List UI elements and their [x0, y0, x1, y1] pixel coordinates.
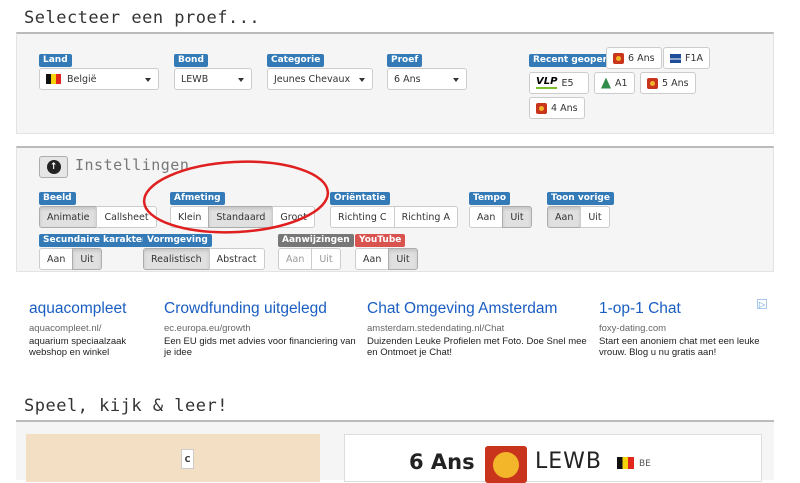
country-code: BE [639, 459, 651, 469]
tempo-aan-button[interactable]: Aan [469, 206, 504, 228]
land-select[interactable]: België [39, 68, 159, 90]
categorie-value: Jeunes Chevaux [274, 73, 351, 85]
toon-vorige-uit-button[interactable]: Uit [580, 206, 610, 228]
lewb-icon [613, 52, 624, 64]
proef-label: Proef [387, 54, 423, 67]
belgium-flag-icon [46, 74, 61, 84]
vormgeving-realistisch-button[interactable]: Realistisch [143, 248, 210, 270]
ad-item[interactable]: Crowdfunding uitgelegd ec.europa.eu/grow… [164, 300, 362, 358]
toon-vorige-label: Toon vorige [547, 192, 614, 205]
categorie-group: Categorie Jeunes Chevaux [267, 47, 373, 90]
beeld-group: Beeld Animatie Callsheet [39, 185, 157, 228]
a1-icon [601, 77, 611, 89]
land-value: België [67, 73, 97, 85]
ad-url[interactable]: ec.europa.eu/growth [164, 323, 362, 334]
secundaire-uit-button[interactable]: Uit [72, 248, 102, 270]
aanwijzingen-aan-button[interactable]: Aan [278, 248, 313, 270]
chevron-down-icon [145, 78, 151, 82]
bond-value: LEWB [181, 73, 209, 85]
orientatie-group: Oriëntatie Richting C Richting A [330, 185, 458, 228]
ad-description: Duizenden Leuke Profielen met Foto. Doe … [367, 336, 587, 358]
bond-group: Bond LEWB [174, 47, 252, 90]
secundaire-label: Secundaire karakters [39, 234, 156, 247]
settings-panel: ↑ Instellingen Beeld Animatie Callsheet … [16, 146, 774, 272]
ad-item[interactable]: aquacompleet aquacompleet.nl/ aquarium s… [29, 300, 154, 358]
vormgeving-abstract-button[interactable]: Abstract [208, 248, 265, 270]
recent-item-6-ans[interactable]: 6 Ans [606, 47, 662, 69]
ad-title[interactable]: aquacompleet [29, 300, 154, 318]
land-group: Land België [39, 47, 159, 90]
arrow-up-icon: ↑ [46, 160, 61, 174]
proef-value: 6 Ans [394, 73, 421, 85]
categorie-select[interactable]: Jeunes Chevaux [267, 68, 373, 90]
recent-item-f1a[interactable]: F1A [663, 47, 711, 69]
play-panel: C 6 Ans LEWB BE [16, 420, 774, 483]
chevron-down-icon [453, 78, 459, 82]
ad-description: aquarium speciaalzaak webshop en winkel [29, 336, 127, 358]
ad-title[interactable]: Chat Omgeving Amsterdam [367, 300, 587, 318]
orientatie-richting-a-button[interactable]: Richting A [393, 206, 458, 228]
ad-title[interactable]: Crowdfunding uitgelegd [164, 300, 362, 318]
section-title-select: Selecteer een proef... [24, 8, 261, 28]
recent-item-label: 5 Ans [662, 77, 689, 89]
youtube-label: YouTube [355, 234, 406, 247]
ad-url[interactable]: foxy-dating.com [599, 323, 769, 334]
toon-vorige-aan-button[interactable]: Aan [547, 206, 582, 228]
arena-preview[interactable]: C [26, 434, 320, 482]
ad-description: Een EU gids met advies voor financiering… [164, 336, 356, 358]
ad-url[interactable]: amsterdam.stedendating.nl/Chat [367, 323, 587, 334]
tempo-label: Tempo [469, 192, 511, 205]
orientatie-label: Oriëntatie [330, 192, 390, 205]
test-org: LEWB [535, 449, 603, 474]
toon-vorige-group: Toon vorige Aan Uit [547, 185, 614, 228]
select-panel: Land België Bond LEWB Categorie Jeunes C… [16, 32, 774, 134]
recent-item-label: 6 Ans [628, 52, 655, 64]
categorie-label: Categorie [267, 54, 325, 67]
youtube-uit-button[interactable]: Uit [388, 248, 418, 270]
land-label: Land [39, 54, 72, 67]
highlight-circle [142, 160, 330, 234]
lewb-icon [647, 77, 658, 89]
orientatie-richting-c-button[interactable]: Richting C [330, 206, 395, 228]
proef-select[interactable]: 6 Ans [387, 68, 467, 90]
vlp-logo-icon: VLP [536, 76, 558, 89]
recent-item-5-ans[interactable]: 5 Ans [640, 72, 696, 94]
chevron-down-icon [359, 78, 365, 82]
belgium-flag-icon [617, 457, 634, 469]
ad-item[interactable]: Chat Omgeving Amsterdam amsterdam.steden… [367, 300, 587, 358]
test-header: 6 Ans LEWB BE [344, 434, 762, 483]
recent-item-label: 4 Ans [551, 102, 578, 114]
secundaire-aan-button[interactable]: Aan [39, 248, 74, 270]
test-title: 6 Ans [409, 450, 475, 474]
proef-group: Proef 6 Ans [387, 47, 467, 90]
adchoices-icon[interactable]: ▷ [757, 299, 767, 309]
aanwijzingen-uit-button[interactable]: Uit [311, 248, 341, 270]
section-title-play: Speel, kijk & leer! [24, 396, 228, 416]
beeld-label: Beeld [39, 192, 76, 205]
f1a-icon [670, 53, 681, 63]
tempo-group: Tempo Aan Uit [469, 185, 532, 228]
recent-item-e5[interactable]: VLP E5 [529, 72, 589, 94]
youtube-group: YouTube Aan Uit [355, 227, 418, 270]
beeld-animatie-button[interactable]: Animatie [39, 206, 98, 228]
ad-title[interactable]: 1-op-1 Chat [599, 300, 769, 318]
recent-item-label: E5 [561, 77, 574, 89]
bond-label: Bond [174, 54, 208, 67]
chevron-down-icon [238, 78, 244, 82]
lewb-icon [536, 102, 547, 114]
tempo-uit-button[interactable]: Uit [502, 206, 532, 228]
ad-item[interactable]: 1-op-1 Chat foxy-dating.com Start een an… [599, 300, 769, 358]
collapse-button[interactable]: ↑ [39, 156, 68, 178]
recent-item-label: A1 [615, 77, 628, 89]
letter-marker: C [181, 449, 194, 469]
ad-url[interactable]: aquacompleet.nl/ [29, 323, 154, 334]
recent-item-4-ans[interactable]: 4 Ans [529, 97, 585, 119]
recent-item-label: F1A [685, 52, 704, 64]
recent-item-a1[interactable]: A1 [594, 72, 635, 94]
ad-description: Start een anoniem chat met een leuke vro… [599, 336, 760, 358]
lewb-logo-icon [485, 446, 527, 483]
youtube-aan-button[interactable]: Aan [355, 248, 390, 270]
bond-select[interactable]: LEWB [174, 68, 252, 90]
secundaire-group: Secundaire karakters Aan Uit [39, 227, 156, 270]
